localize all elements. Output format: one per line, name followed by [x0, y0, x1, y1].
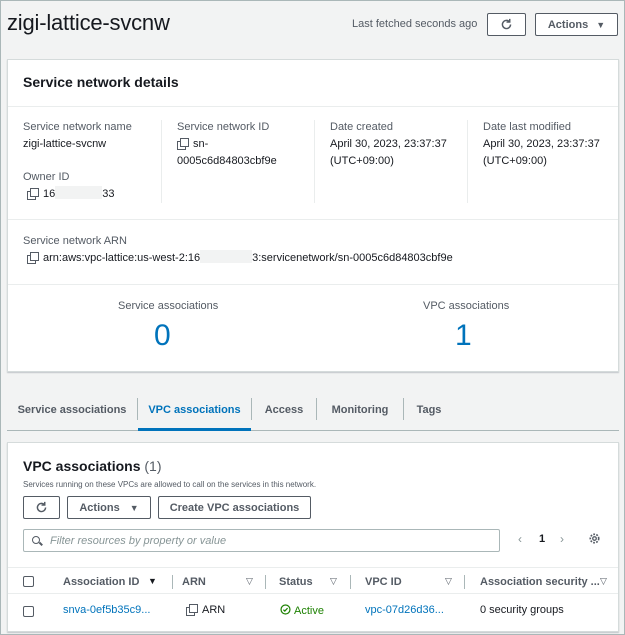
copy-icon[interactable]	[27, 252, 39, 264]
copy-icon[interactable]	[177, 138, 189, 150]
actions-button-label: Actions	[547, 18, 589, 31]
vpc-associations-card: VPC associations (1) Services running on…	[7, 442, 619, 632]
redacted-mask	[55, 186, 103, 199]
arn-cell: ARN	[186, 604, 225, 616]
create-vpc-associations-button[interactable]: Create VPC associations	[158, 496, 311, 519]
column-status[interactable]: Status	[279, 568, 313, 595]
column-divider	[314, 120, 315, 203]
select-all-checkbox[interactable]	[23, 576, 34, 587]
check-circle-icon	[280, 604, 291, 615]
column-separator	[464, 575, 465, 589]
table-header: Association ID ▼ ARN ▽ Status ▽ VPC ID ▽…	[8, 567, 618, 594]
date-modified-value: April 30, 2023, 23:37:37 (UTC+09:00)	[483, 138, 600, 167]
column-separator	[172, 575, 173, 589]
redacted-mask	[200, 250, 253, 263]
sort-icon[interactable]: ▽	[246, 576, 253, 587]
details-card-title: Service network details	[23, 74, 179, 90]
security-groups-cell: 0 security groups	[480, 604, 564, 616]
tab-vpc-associations[interactable]: VPC associations	[138, 389, 251, 431]
vpc-associations-label: VPC associations	[423, 300, 510, 312]
table-actions-label: Actions	[79, 501, 120, 514]
refresh-icon	[501, 18, 512, 30]
network-arn-value: arn:aws:vpc-lattice:us-west-2:16 3:servic…	[27, 250, 453, 267]
date-created-value: April 30, 2023, 23:37:37 (UTC+09:00)	[330, 138, 447, 167]
service-network-details-card: Service network details Service network …	[7, 59, 619, 372]
last-fetched-text: Last fetched seconds ago	[352, 18, 478, 30]
divider	[8, 219, 618, 220]
vpc-associations-title: VPC associations (1)	[23, 458, 162, 474]
network-id-value: sn- 0005c6d84803cbf9e	[177, 138, 277, 167]
actions-button[interactable]: Actions ▼	[535, 13, 618, 36]
association-id-link[interactable]: snva-0ef5b35c9...	[63, 604, 150, 616]
divider	[8, 284, 618, 285]
previous-page-icon[interactable]: ‹	[518, 532, 522, 546]
service-associations-count[interactable]: 0	[154, 319, 171, 353]
column-separator	[350, 575, 351, 589]
settings-gear-icon[interactable]	[588, 532, 601, 548]
sort-icon[interactable]: ▽	[445, 576, 452, 587]
search-placeholder: Filter resources by property or value	[50, 534, 227, 547]
copy-icon[interactable]	[186, 604, 198, 616]
column-association-id[interactable]: Association ID	[63, 568, 139, 595]
owner-id-value: 16 33	[27, 186, 115, 203]
table-row: snva-0ef5b35c9... ARN Active vpc-07d26d3…	[8, 594, 618, 630]
column-association-security[interactable]: Association security ...	[480, 568, 600, 595]
page-number[interactable]: 1	[539, 533, 545, 545]
status-cell: Active	[280, 604, 324, 617]
column-divider	[161, 120, 162, 203]
date-modified-label: Date last modified	[483, 121, 572, 133]
tab-tags[interactable]: Tags	[404, 389, 454, 430]
table-refresh-button[interactable]	[23, 496, 60, 519]
page-title: zigi-lattice-svcnw	[7, 10, 170, 35]
network-arn-label: Service network ARN	[23, 235, 127, 247]
column-arn[interactable]: ARN	[182, 568, 206, 595]
row-checkbox[interactable]	[23, 606, 34, 617]
vpc-associations-description: Services running on these VPCs are allow…	[23, 480, 317, 489]
column-vpc-id[interactable]: VPC ID	[365, 568, 402, 595]
network-id-label: Service network ID	[177, 121, 270, 133]
vpc-associations-count-badge: (1)	[144, 458, 162, 474]
tabs-bar: Service associations VPC associations Ac…	[7, 389, 619, 431]
filter-search-input[interactable]: Filter resources by property or value	[23, 529, 500, 552]
sort-down-icon[interactable]: ▼	[148, 576, 157, 586]
owner-id-label: Owner ID	[23, 171, 70, 183]
service-associations-label: Service associations	[118, 300, 219, 312]
column-divider	[467, 120, 468, 203]
sort-icon[interactable]: ▽	[330, 576, 337, 587]
sort-icon[interactable]: ▽	[600, 576, 607, 587]
caret-down-icon: ▼	[129, 502, 139, 513]
column-separator	[265, 575, 266, 589]
date-created-label: Date created	[330, 121, 393, 133]
table-actions-button[interactable]: Actions ▼	[67, 496, 151, 519]
search-icon	[32, 535, 42, 546]
tab-monitoring[interactable]: Monitoring	[317, 389, 403, 430]
tab-service-associations[interactable]: Service associations	[7, 389, 137, 430]
tab-access[interactable]: Access	[252, 389, 316, 430]
refresh-button[interactable]	[487, 13, 526, 36]
caret-down-icon: ▼	[596, 19, 606, 30]
copy-icon[interactable]	[27, 188, 39, 200]
vpc-id-link[interactable]: vpc-07d26d36...	[365, 604, 444, 616]
network-name-label: Service network name	[23, 121, 132, 133]
divider	[8, 106, 618, 107]
next-page-icon[interactable]: ›	[560, 532, 564, 546]
vpc-associations-count[interactable]: 1	[455, 319, 472, 353]
network-name-value: zigi-lattice-svcnw	[23, 138, 107, 150]
refresh-icon	[36, 501, 47, 513]
